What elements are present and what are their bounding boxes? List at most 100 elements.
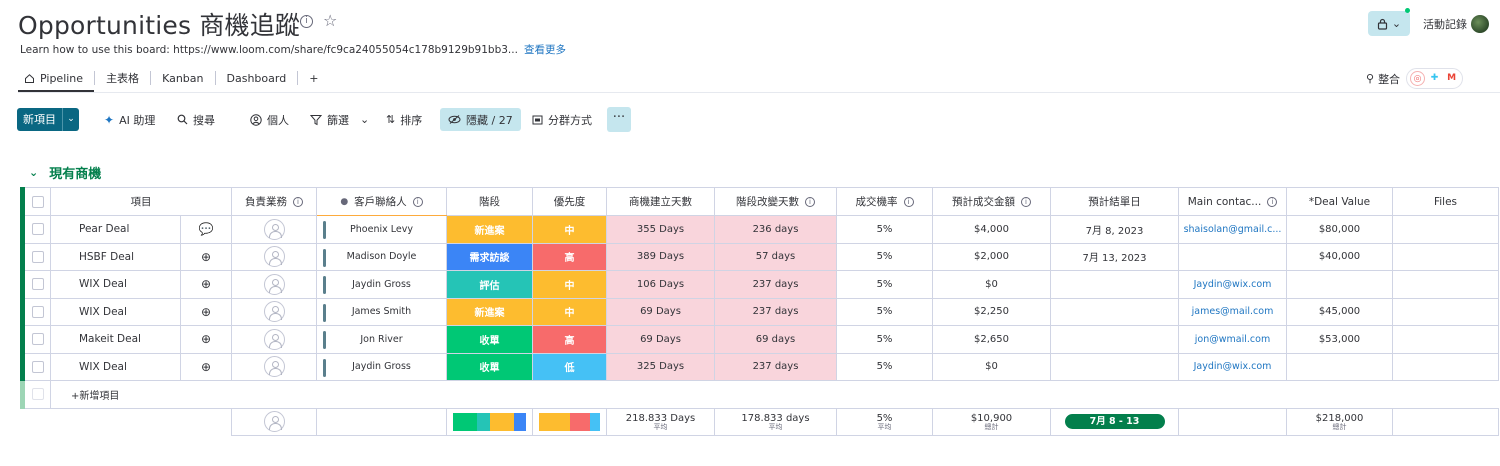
deal-value-cell[interactable]: $53,000 bbox=[1286, 325, 1393, 354]
amount-cell[interactable]: $2,650 bbox=[932, 325, 1051, 354]
amount-cell[interactable]: $0 bbox=[932, 270, 1051, 299]
contact-cell[interactable]: Phoenix Levy bbox=[316, 215, 447, 244]
contact-cell[interactable]: Jaydin Gross bbox=[316, 352, 447, 381]
column-header-probability[interactable]: 成交機率 i bbox=[836, 187, 933, 216]
owner-cell[interactable] bbox=[231, 215, 317, 244]
board-title[interactable]: Opportunities 商機追蹤 bbox=[18, 6, 300, 42]
add-update-icon[interactable]: ⊕ bbox=[201, 332, 211, 346]
column-header-priority[interactable]: 優先度 bbox=[532, 187, 607, 216]
stage-cell[interactable]: 收單 bbox=[446, 352, 533, 381]
see-more-link[interactable]: 查看更多 bbox=[524, 44, 566, 56]
column-header-deal-value[interactable]: *Deal Value bbox=[1286, 187, 1393, 216]
add-view-button[interactable]: + bbox=[298, 72, 329, 85]
add-update-icon[interactable]: 💬 bbox=[199, 222, 214, 236]
item-name-cell[interactable]: Pear Deal bbox=[50, 215, 181, 244]
table-row[interactable]: Pear Deal 💬 Phoenix Levy 新進案中 355 Days 236 da… bbox=[20, 215, 1499, 244]
activity-log-button[interactable]: 活動記錄 bbox=[1423, 15, 1489, 33]
deal-value-cell[interactable]: $40,000 bbox=[1286, 242, 1393, 271]
tab-main-table[interactable]: 主表格 bbox=[95, 70, 150, 86]
tab-pipeline[interactable]: Pipeline bbox=[18, 72, 94, 85]
updates-cell[interactable]: ⊕ bbox=[180, 325, 232, 354]
column-header-stage-days[interactable]: 階段改變天數 i bbox=[714, 187, 837, 216]
info-icon[interactable]: i bbox=[293, 196, 303, 207]
contact-cell[interactable]: Madison Doyle bbox=[316, 242, 447, 271]
new-item-label[interactable]: 新項目 bbox=[17, 108, 62, 131]
owner-cell[interactable] bbox=[231, 242, 317, 271]
contact-cell[interactable]: Jon River bbox=[316, 325, 447, 354]
row-checkbox[interactable] bbox=[31, 223, 44, 236]
person-placeholder-icon[interactable] bbox=[263, 301, 285, 323]
row-checkbox-cell[interactable] bbox=[20, 325, 51, 354]
probability-cell[interactable]: 5% bbox=[836, 297, 933, 326]
person-placeholder-icon[interactable] bbox=[263, 246, 285, 268]
row-checkbox-cell[interactable] bbox=[20, 352, 51, 381]
group-name[interactable]: 現有商機 bbox=[49, 163, 101, 182]
updates-cell[interactable]: ⊕ bbox=[180, 270, 232, 299]
deal-value-cell[interactable] bbox=[1286, 270, 1393, 299]
amount-cell[interactable]: $0 bbox=[932, 352, 1051, 381]
deal-value-cell[interactable]: $45,000 bbox=[1286, 297, 1393, 326]
amount-cell[interactable]: $2,000 bbox=[932, 242, 1051, 271]
add-update-icon[interactable]: ⊕ bbox=[201, 360, 211, 374]
item-name-cell[interactable]: WIX Deal bbox=[50, 297, 181, 326]
column-header-files[interactable]: Files bbox=[1392, 187, 1499, 216]
add-update-icon[interactable]: ⊕ bbox=[201, 250, 211, 264]
row-checkbox[interactable] bbox=[31, 360, 44, 373]
column-header-item[interactable]: 項目 bbox=[50, 187, 232, 216]
person-placeholder-icon[interactable] bbox=[263, 356, 285, 378]
person-placeholder-icon[interactable] bbox=[263, 328, 285, 350]
person-placeholder-icon[interactable] bbox=[263, 273, 285, 295]
info-icon[interactable]: i bbox=[300, 14, 313, 28]
priority-cell[interactable]: 中 bbox=[532, 297, 607, 326]
select-all-checkbox-cell[interactable] bbox=[20, 187, 51, 216]
search-button[interactable]: 搜尋 bbox=[177, 108, 215, 131]
files-cell[interactable] bbox=[1392, 242, 1499, 271]
row-checkbox-cell[interactable] bbox=[20, 297, 51, 326]
sort-button[interactable]: ⇅ 排序 bbox=[386, 108, 422, 131]
info-icon[interactable]: i bbox=[412, 196, 423, 207]
column-header-contact[interactable]: ● 客戶聯絡人 i bbox=[316, 187, 447, 216]
ai-assistant-button[interactable]: ✦ AI 助理 bbox=[104, 108, 155, 131]
info-icon[interactable]: i bbox=[805, 196, 815, 207]
column-header-created-days[interactable]: 商機建立天數 bbox=[606, 187, 715, 216]
person-placeholder-icon[interactable] bbox=[263, 218, 285, 240]
summary-priority[interactable] bbox=[532, 407, 607, 436]
filter-button[interactable]: 篩選 ⌄ bbox=[310, 108, 369, 131]
avatar[interactable] bbox=[1471, 15, 1489, 33]
files-cell[interactable] bbox=[1392, 297, 1499, 326]
priority-cell[interactable]: 低 bbox=[532, 352, 607, 381]
close-date-cell[interactable]: 7月 8, 2023 bbox=[1050, 215, 1179, 244]
table-row[interactable]: Makeit Deal ⊕ Jon River 收單高 69 Days 69 days 5%… bbox=[20, 325, 1499, 354]
column-header-owner[interactable]: 負責業務 i bbox=[231, 187, 317, 216]
add-update-icon[interactable]: ⊕ bbox=[201, 277, 211, 291]
email-cell[interactable]: Jaydin@wix.com bbox=[1178, 352, 1287, 381]
column-header-amount[interactable]: 預計成交金額 i bbox=[932, 187, 1051, 216]
group-by-button[interactable]: 分群方式 bbox=[532, 108, 592, 131]
row-checkbox[interactable] bbox=[31, 250, 44, 263]
close-date-cell[interactable]: 7月 13, 2023 bbox=[1050, 242, 1179, 271]
owner-cell[interactable] bbox=[231, 297, 317, 326]
column-header-stage[interactable]: 階段 bbox=[446, 187, 533, 216]
row-checkbox-cell[interactable] bbox=[20, 270, 51, 299]
email-cell[interactable] bbox=[1178, 242, 1287, 271]
person-filter-button[interactable]: 個人 bbox=[250, 108, 289, 131]
email-cell[interactable]: shaisolan@gmail.c... bbox=[1178, 215, 1287, 244]
contact-cell[interactable]: Jaydin Gross bbox=[316, 270, 447, 299]
files-cell[interactable] bbox=[1392, 325, 1499, 354]
owner-cell[interactable] bbox=[231, 270, 317, 299]
row-checkbox[interactable] bbox=[31, 333, 44, 346]
info-icon[interactable]: i bbox=[1021, 196, 1031, 207]
owner-cell[interactable] bbox=[231, 325, 317, 354]
amount-cell[interactable]: $4,000 bbox=[932, 215, 1051, 244]
chevron-down-icon[interactable]: ⌄ bbox=[29, 166, 38, 179]
hide-columns-button[interactable]: 隱藏 / 27 bbox=[440, 108, 521, 131]
probability-cell[interactable]: 5% bbox=[836, 242, 933, 271]
priority-cell[interactable]: 高 bbox=[532, 242, 607, 271]
files-cell[interactable] bbox=[1392, 215, 1499, 244]
table-row[interactable]: WIX Deal ⊕ James Smith 新進案中 69 Days 237 days 5… bbox=[20, 297, 1499, 326]
probability-cell[interactable]: 5% bbox=[836, 352, 933, 381]
tab-kanban[interactable]: Kanban bbox=[151, 72, 214, 85]
close-date-cell[interactable] bbox=[1050, 325, 1179, 354]
close-date-cell[interactable] bbox=[1050, 270, 1179, 299]
column-header-main-contact[interactable]: Main contac... i bbox=[1178, 187, 1287, 216]
